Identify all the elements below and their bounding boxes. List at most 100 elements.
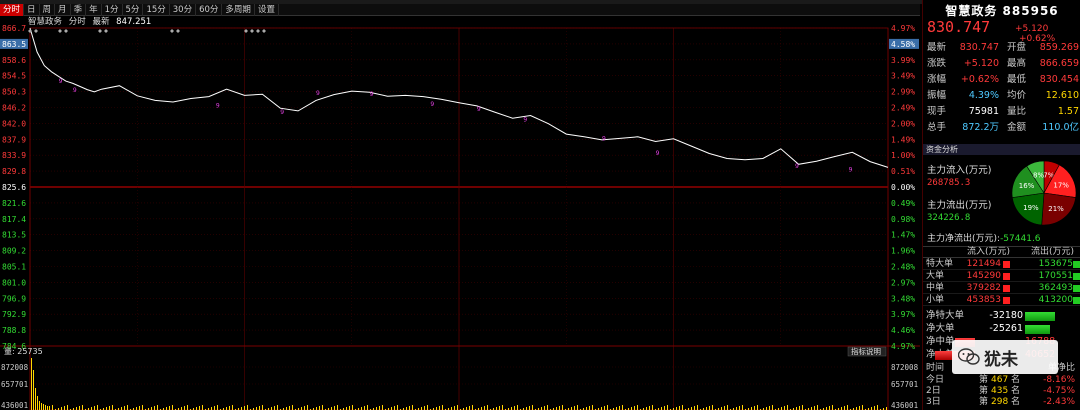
- rank-value: 435: [991, 386, 1009, 396]
- main-inflow-label: 主力流入(万元): [927, 165, 992, 176]
- left-axis-label: 801.0: [2, 278, 26, 287]
- rank-name: 3日: [926, 397, 941, 407]
- quote-price: 830.747: [927, 18, 991, 36]
- event-marker[interactable]: [104, 29, 108, 33]
- event-marker[interactable]: [98, 29, 102, 33]
- tab-1[interactable]: 日: [24, 3, 40, 16]
- volume-bar: [33, 370, 34, 410]
- quote-value: 830.747: [959, 42, 999, 53]
- left-axis-label: 813.5: [2, 231, 26, 240]
- volume-bar: [112, 405, 113, 410]
- tab-10[interactable]: 60分: [196, 3, 223, 16]
- volume-bar: [39, 401, 40, 410]
- rank-name: 2日: [926, 386, 941, 396]
- latest-value: 847.251: [116, 17, 152, 27]
- volume-bar: [607, 405, 608, 410]
- tab-5[interactable]: 年: [86, 3, 102, 16]
- volume-bar: [649, 406, 650, 410]
- right-axis-label: 4.58%: [891, 40, 915, 49]
- fund-analysis-header[interactable]: 资金分析: [923, 144, 1080, 155]
- rank-prefix: 第: [979, 386, 989, 396]
- volume-bar: [35, 388, 36, 410]
- volume-bar: [244, 406, 245, 410]
- volume-bar: [457, 405, 458, 410]
- tab-4[interactable]: 季: [71, 3, 87, 16]
- net-flow-row: 净大单 -25261: [923, 323, 1080, 335]
- right-axis-label: 1.00%: [891, 151, 915, 160]
- net-flow-bar: [1025, 312, 1055, 321]
- volume-bar: [427, 405, 428, 410]
- event-marker[interactable]: [262, 29, 266, 33]
- rank-row: 2日 第 435 名 -4.75%: [923, 386, 1080, 396]
- volume-bar: [214, 406, 215, 410]
- tab-0[interactable]: 分时: [0, 3, 25, 16]
- volume-bar: [229, 406, 230, 410]
- quote-value: +0.62%: [960, 74, 999, 85]
- tab-11[interactable]: 多周期: [222, 3, 255, 16]
- volume-bar: [454, 406, 455, 410]
- rank-ratio: -2.43%: [1043, 397, 1075, 407]
- tab-7[interactable]: 5分: [123, 3, 144, 16]
- quote-key: 总手: [927, 122, 947, 133]
- volume-bar: [832, 405, 833, 410]
- flow-row-name: 中单: [926, 283, 945, 293]
- volume-bar: [304, 406, 305, 410]
- volume-bar: [874, 406, 875, 410]
- nine-turn-marker: 9: [430, 101, 434, 108]
- volume-bar: [787, 405, 788, 410]
- volume-bar: [322, 405, 323, 410]
- main-inflow-value: 268785.3: [927, 178, 971, 188]
- volume-bar: [349, 406, 350, 410]
- volume-bar: [544, 406, 545, 410]
- tab-6[interactable]: 1分: [102, 3, 123, 16]
- tab-3[interactable]: 月: [55, 3, 71, 16]
- flow-in-value: 121494: [966, 259, 1001, 269]
- nine-turn-marker: 9: [602, 135, 606, 142]
- volume-bar: [97, 405, 98, 410]
- volume-bar: [43, 404, 44, 410]
- event-marker[interactable]: [250, 29, 254, 33]
- volume-bar: [202, 405, 203, 410]
- quote-key2: 开盘: [1007, 42, 1027, 53]
- right-axis-label: 2.99%: [891, 88, 915, 97]
- flow-in-bar: [1003, 297, 1010, 304]
- event-marker[interactable]: [34, 29, 38, 33]
- volume-bar: [784, 406, 785, 410]
- volume-bar: [379, 406, 380, 410]
- tab-9[interactable]: 30分: [170, 3, 197, 16]
- left-axis-label: 863.5: [2, 40, 26, 49]
- quote-key2: 量比: [1007, 106, 1027, 117]
- volume-bar: [64, 406, 65, 410]
- quote-value: 75981: [968, 106, 999, 117]
- event-marker[interactable]: [170, 29, 174, 33]
- quote-code: 885956: [1002, 4, 1059, 18]
- event-marker[interactable]: [176, 29, 180, 33]
- volume-bar: [514, 406, 515, 410]
- quote-key2: 均价: [1007, 90, 1027, 101]
- volume-bar: [709, 406, 710, 410]
- event-marker[interactable]: [58, 29, 62, 33]
- volume-bar: [172, 405, 173, 410]
- flow-table-header: 流入(万元) 流出(万元): [923, 246, 1080, 258]
- right-axis-label: 2.49%: [891, 104, 915, 113]
- quote-key: 涨幅: [927, 74, 947, 85]
- volume-bar: [397, 405, 398, 410]
- volume-bar: [754, 406, 755, 410]
- volume-bar: [79, 406, 80, 410]
- quote-row: 总手 872.2万 金额 110.0亿: [927, 120, 1079, 136]
- flow-col-out: 流出(万元): [1031, 247, 1075, 257]
- volume-bar: [637, 405, 638, 410]
- tab-12[interactable]: 设置: [255, 3, 279, 16]
- flow-out-value: 153675: [1038, 259, 1073, 269]
- chart-subtitle: 智慧政务 分时 最新 847.251: [0, 16, 920, 28]
- event-marker[interactable]: [256, 29, 260, 33]
- volume-bar: [259, 406, 260, 410]
- volume-bar: [352, 405, 353, 410]
- flow-in-value: 145290: [966, 271, 1001, 281]
- intraday-chart[interactable]: 866.7863.5858.6854.5850.3846.2842.0837.9…: [0, 16, 920, 410]
- flow-row-name: 小单: [926, 295, 945, 305]
- flow-out-value: 362493: [1038, 283, 1073, 293]
- tab-2[interactable]: 周: [40, 3, 56, 16]
- tab-8[interactable]: 15分: [143, 3, 170, 16]
- event-marker[interactable]: [64, 29, 68, 33]
